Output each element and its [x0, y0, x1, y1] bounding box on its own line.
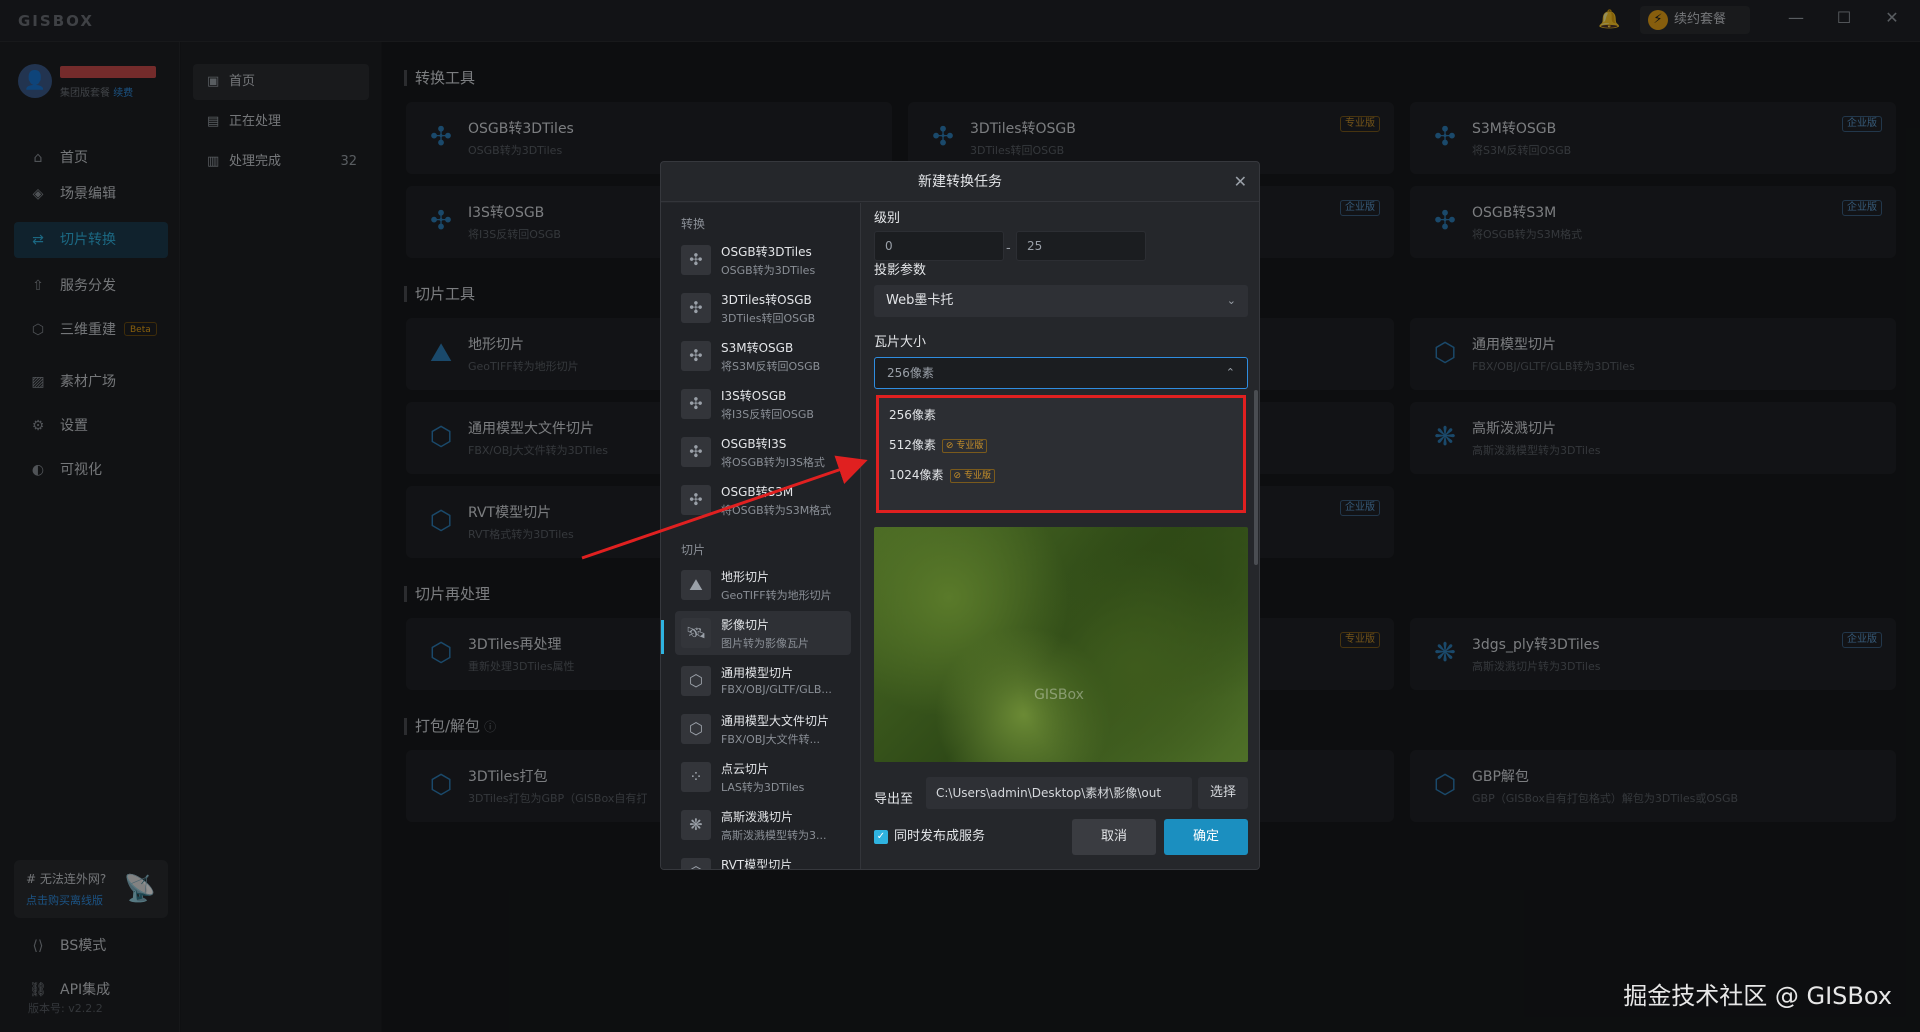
group-convert: 转换: [681, 217, 706, 231]
tool-rvt[interactable]: ⬡RVT模型切片: [675, 851, 851, 869]
tool-pointcloud[interactable]: ⁘ 点云切片 LAS转为3DTiles: [675, 755, 851, 799]
tool-s3m-osgb[interactable]: ✣ S3M转OSGB 将S3M反转回OSGB: [675, 334, 851, 378]
tool-icon: ✣: [681, 245, 711, 275]
check-icon: ✓: [874, 830, 888, 844]
chevron-up-icon: ⌃: [1225, 366, 1235, 379]
option-1024[interactable]: 1024像素 ⊘ 专业版: [889, 466, 995, 483]
tool-icon: ✣: [681, 341, 711, 371]
cube-icon: ⬡: [681, 666, 711, 696]
tool-icon: ✣: [681, 389, 711, 419]
level-label: 级别: [874, 211, 901, 226]
tool-icon: ✣: [681, 293, 711, 323]
terrain-icon: ⛰: [681, 570, 711, 600]
pro-badge: ⊘ 专业版: [949, 469, 995, 483]
tile-size-dropdown: 256像素 512像素 ⊘ 专业版 1024像素 ⊘ 专业版: [876, 395, 1246, 513]
export-path-input[interactable]: C:\Users\admin\Desktop\素材\影像\out: [926, 777, 1192, 809]
publish-checkbox[interactable]: ✓ 同时发布成服务: [874, 829, 985, 845]
pointcloud-icon: ⁘: [681, 762, 711, 792]
tool-i3s-osgb[interactable]: ✣ I3S转OSGB 将I3S反转回OSGB: [675, 382, 851, 426]
choose-button[interactable]: 选择: [1198, 777, 1248, 809]
range-dash: -: [1006, 241, 1011, 256]
tool-options: 级别 0 - 25 投影参数 Web墨卡托 ⌄ 瓦片大小 256像素 ⌃ 256像素…: [862, 203, 1259, 869]
export-label: 导出至: [874, 792, 914, 807]
preview-watermark: GISBox: [1034, 687, 1084, 703]
dialog-title: 新建转换任务 ✕: [661, 162, 1259, 202]
preview-image: GISBox: [874, 527, 1248, 762]
projection-label: 投影参数: [874, 263, 927, 278]
tile-size-label: 瓦片大小: [874, 335, 927, 350]
annotation-arrow: [581, 455, 868, 560]
level-min-input[interactable]: 0: [874, 231, 1004, 261]
option-512[interactable]: 512像素 ⊘ 专业版: [889, 436, 988, 453]
tile-size-select[interactable]: 256像素 ⌃: [874, 357, 1248, 389]
cube-icon: ⬡: [681, 714, 711, 744]
cancel-button[interactable]: 取消: [1072, 819, 1156, 855]
pro-badge: ⊘ 专业版: [941, 439, 988, 453]
chevron-down-icon: ⌄: [1226, 294, 1236, 307]
satellite-icon: 🛰: [681, 618, 711, 648]
ok-button[interactable]: 确定: [1164, 819, 1248, 855]
option-256[interactable]: 256像素: [889, 406, 936, 423]
tool-osgb-3dtiles[interactable]: ✣ OSGB转3DTiles OSGB转为3DTiles: [675, 238, 851, 282]
level-max-input[interactable]: 25: [1016, 231, 1146, 261]
cube-icon: ⬡: [681, 858, 711, 869]
dialog-scrollbar[interactable]: [1254, 390, 1258, 565]
tool-model[interactable]: ⬡ 通用模型切片 FBX/OBJ/GLTF/GLB...: [675, 659, 851, 703]
selected-indicator: [661, 620, 664, 654]
projection-select[interactable]: Web墨卡托 ⌄: [874, 285, 1248, 317]
gauss-icon: ❋: [681, 810, 711, 840]
tool-3dtiles-osgb[interactable]: ✣ 3DTiles转OSGB 3DTiles转回OSGB: [675, 286, 851, 330]
tool-bigmodel[interactable]: ⬡ 通用模型大文件切片 FBX/OBJ大文件转...: [675, 707, 851, 751]
tool-gauss[interactable]: ❋ 高斯泼溅切片 高斯泼溅模型转为3...: [675, 803, 851, 847]
tool-image-slice[interactable]: 🛰 影像切片 图片转为影像瓦片: [675, 611, 851, 655]
corner-watermark: 掘金技术社区 @ GISBox: [1623, 982, 1892, 1010]
close-icon[interactable]: ✕: [1234, 162, 1247, 202]
